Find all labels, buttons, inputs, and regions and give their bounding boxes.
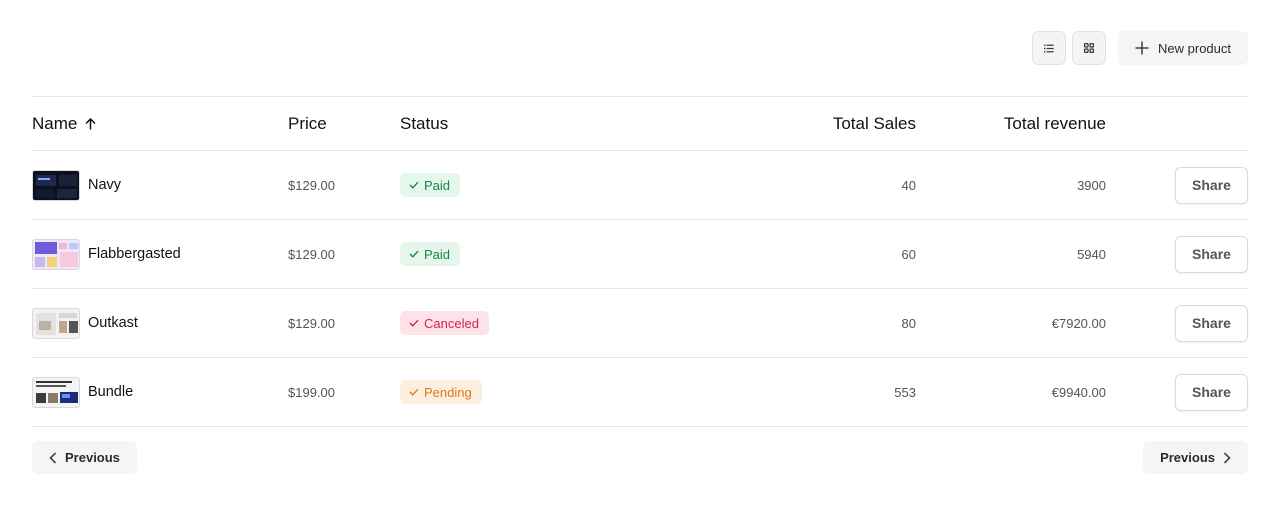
- product-name: Flabbergasted: [88, 246, 181, 262]
- total-sales-value: 553: [894, 384, 916, 400]
- total-sales-value: 80: [901, 315, 916, 331]
- table-row: Flabbergasted $129.00 Paid 60 5940 Share: [32, 220, 1248, 289]
- total-revenue-column-header: Total revenue: [1003, 113, 1106, 133]
- share-button[interactable]: Share: [1175, 235, 1248, 273]
- total-sales-value: 60: [901, 246, 916, 262]
- total-revenue-value: €9940.00: [1051, 384, 1106, 400]
- share-button[interactable]: Share: [1175, 304, 1248, 342]
- table-row: Outkast $129.00 Canceled 80 €7920.00 Sha…: [32, 289, 1248, 358]
- table-row: Bundle $199.00 Pending 553 €9940.00 Shar…: [32, 358, 1248, 427]
- status-badge: Pending: [400, 380, 482, 404]
- name-column-header[interactable]: Name: [32, 97, 288, 150]
- products-table: Name Price Status Total Sales Total reve…: [32, 96, 1248, 427]
- total-sales-column-header: Total Sales: [832, 113, 916, 133]
- status-label: Canceled: [424, 315, 479, 331]
- price-column-header: Price: [288, 113, 327, 133]
- chevron-right-icon: [1223, 451, 1231, 464]
- status-badge: Paid: [400, 173, 461, 197]
- total-revenue-value: 5940: [1077, 246, 1106, 262]
- grid-icon: [1084, 43, 1095, 53]
- product-thumbnail: [32, 238, 80, 270]
- plus-icon: [1135, 41, 1149, 55]
- product-thumbnail: [32, 307, 80, 339]
- share-button[interactable]: Share: [1175, 373, 1248, 411]
- total-revenue-value: €7920.00: [1051, 315, 1106, 331]
- product-name: Outkast: [88, 315, 138, 331]
- product-thumbnail: [32, 169, 80, 201]
- arrow-up-icon: [85, 117, 96, 130]
- status-label: Paid: [424, 246, 451, 262]
- status-column-header: Status: [400, 113, 449, 133]
- list-icon: [1044, 44, 1054, 52]
- status-label: Paid: [424, 177, 451, 193]
- table-row: Navy $129.00 Paid 40 3900 Share: [32, 151, 1248, 220]
- name-header-label: Name: [32, 113, 78, 133]
- status-label: Pending: [424, 384, 472, 400]
- next-page-label: Previous: [1160, 450, 1215, 465]
- previous-page-label: Previous: [65, 450, 120, 465]
- product-price: $129.00: [288, 246, 335, 262]
- chevron-left-icon: [49, 451, 57, 464]
- product-name: Bundle: [88, 384, 134, 400]
- product-price: $199.00: [288, 384, 335, 400]
- share-button[interactable]: Share: [1175, 166, 1248, 204]
- total-sales-value: 40: [901, 177, 916, 193]
- product-name: Navy: [88, 177, 122, 193]
- previous-page-button[interactable]: Previous: [32, 441, 137, 474]
- product-thumbnail: [32, 376, 80, 408]
- grid-view-button[interactable]: [1072, 31, 1107, 65]
- product-price: $129.00: [288, 315, 335, 331]
- list-view-button[interactable]: [1032, 31, 1067, 65]
- status-badge: Paid: [400, 242, 461, 266]
- check-icon: [409, 250, 419, 258]
- status-badge: Canceled: [400, 311, 489, 335]
- total-revenue-value: 3900: [1077, 177, 1106, 193]
- check-icon: [409, 181, 419, 189]
- check-icon: [409, 319, 419, 327]
- next-page-button[interactable]: Previous: [1143, 441, 1248, 474]
- new-product-label: New product: [1158, 40, 1231, 56]
- table-header: Name Price Status Total Sales Total reve…: [32, 97, 1248, 151]
- product-price: $129.00: [288, 177, 335, 193]
- new-product-button[interactable]: New product: [1118, 31, 1248, 65]
- check-icon: [409, 388, 419, 396]
- toolbar: New product: [1032, 31, 1248, 65]
